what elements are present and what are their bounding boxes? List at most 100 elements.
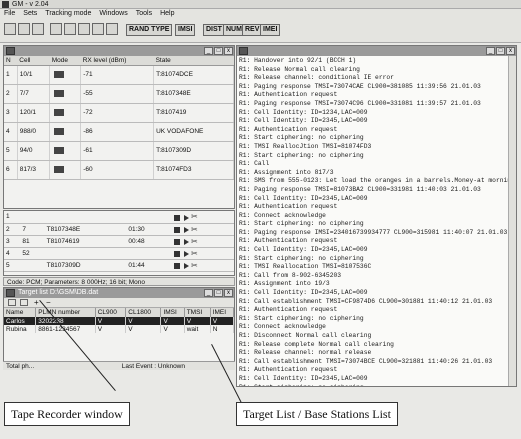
tape-controls[interactable]: ✂ (170, 211, 234, 224)
cut-icon[interactable]: ✂ (191, 261, 198, 270)
record-icon[interactable] (174, 226, 181, 233)
tape-callout: Tape Recorder window (4, 402, 130, 426)
cell-state: UK VODAFONE (153, 122, 234, 142)
settings-icon[interactable] (50, 23, 62, 35)
log-line: R1: Authentication request (239, 91, 338, 99)
table-row[interactable]: 1 ✂ (4, 211, 234, 224)
play-icon[interactable] (184, 226, 190, 233)
mode-icon (49, 65, 82, 85)
cell-window-titlebar: _ □ x (4, 46, 234, 56)
play-icon[interactable] (184, 250, 190, 257)
close-icon[interactable]: x (224, 289, 233, 297)
play-icon[interactable] (106, 23, 118, 35)
maximize-icon[interactable]: □ (496, 47, 505, 55)
minimize-icon[interactable]: _ (486, 47, 495, 55)
table-row[interactable]: 4 52 ✂ (4, 247, 234, 260)
mode-icon (49, 103, 82, 123)
tape-recorder-window: 1 ✂ 2 7 T8107348E 01:30 ✂ 3 81 T81074619 00:48 ✂ … (3, 210, 235, 276)
tape-controls[interactable]: ✂ (170, 235, 234, 248)
tape-tmsi: T8107309D (44, 259, 127, 272)
imsi-button[interactable]: IMSI (175, 24, 196, 36)
table-row[interactable]: 3 81 T81074619 00:48 ✂ (4, 235, 234, 248)
remove-icon[interactable]: − (46, 298, 51, 307)
table-row[interactable]: Rubina 8861-1234567 V V Vwait N (4, 325, 235, 333)
target-cl900: V (95, 317, 127, 325)
log-line: R1: Cell Identity: ID=2345,LAC=009 (239, 289, 368, 297)
new-icon[interactable] (4, 23, 16, 35)
table-row[interactable]: 3 120/1 -72 T:8107419 (4, 103, 234, 123)
menu-help[interactable]: Help (160, 9, 174, 19)
tape-controls[interactable]: ✂ (170, 247, 234, 260)
maximize-icon[interactable]: □ (214, 47, 223, 55)
log-scrollbar[interactable] (508, 56, 516, 386)
save-icon[interactable] (32, 23, 44, 35)
play-icon[interactable] (184, 262, 190, 269)
record-icon[interactable] (174, 238, 181, 245)
record-icon[interactable] (174, 262, 181, 269)
maximize-icon[interactable]: □ (214, 289, 223, 297)
target-tmsi: V (184, 317, 211, 325)
window-icon (6, 289, 15, 297)
log-line: R1: Connect acknowledge (239, 323, 326, 331)
tool-icon[interactable] (64, 23, 76, 35)
menu-windows[interactable]: Windows (99, 9, 127, 19)
record-icon[interactable] (174, 214, 181, 221)
rand-type-button[interactable]: RAND TYPE (126, 24, 173, 36)
play-icon[interactable] (184, 238, 190, 245)
menu-tracking-mode[interactable]: Tracking mode (45, 9, 91, 19)
menu-sets[interactable]: Sets (23, 9, 37, 19)
tape-n: 4 (4, 247, 21, 260)
table-row[interactable]: 2 7/7 -55 T:8107348E (4, 84, 234, 104)
log-window-titlebar: _ □ x (237, 46, 516, 56)
close-icon[interactable]: x (506, 47, 515, 55)
save-icon[interactable] (20, 299, 28, 306)
record-icon[interactable] (174, 250, 181, 257)
rx-level: -61 (80, 141, 155, 161)
tape-number (20, 259, 45, 272)
dist-button[interactable]: DIST (203, 24, 225, 36)
cell-id: 10/1 (17, 65, 51, 85)
target-name: Carlos (4, 317, 37, 325)
menu-file[interactable]: File (4, 9, 15, 19)
record-icon[interactable] (92, 23, 104, 35)
cut-icon[interactable]: ✂ (191, 249, 198, 258)
log-line: R1: Start ciphering: no ciphering (239, 134, 364, 142)
target-window-title: Target list D:\GSM\DB.dat (18, 289, 99, 296)
tape-controls[interactable]: ✂ (170, 259, 234, 272)
table-row[interactable]: 5 94/0 -61 T:8107309D (4, 141, 234, 161)
event-log[interactable]: R1: Handover into 92/1 (BCCH 1) R1: Relea… (237, 56, 516, 386)
open-icon[interactable] (8, 299, 16, 306)
target-imei: N (210, 325, 235, 333)
cut-icon[interactable]: ✂ (191, 212, 198, 221)
cell-n: 4 (4, 122, 18, 142)
log-line: R1: Authentication request (239, 203, 338, 211)
cell-n: 3 (4, 103, 18, 123)
cut-icon[interactable]: ✂ (191, 225, 198, 234)
window-icon (6, 47, 15, 55)
add-icon[interactable]: + (34, 298, 39, 307)
log-line: R1: Start ciphering: no ciphering (239, 254, 364, 262)
table-row[interactable]: 5 T8107309D 01:44 ✂ (4, 259, 234, 272)
table-row[interactable]: 6 817/3 -60 T:81074FD3 (4, 160, 234, 180)
tape-number (20, 211, 45, 224)
close-icon[interactable]: x (224, 47, 233, 55)
cut-icon[interactable]: ✂ (191, 237, 198, 246)
imei-button[interactable]: IMEI (260, 24, 281, 36)
log-line: R1: Release channel: normal release (239, 349, 372, 357)
play-icon[interactable] (184, 214, 190, 221)
search-icon[interactable] (78, 23, 90, 35)
minimize-icon[interactable]: _ (204, 289, 213, 297)
tape-controls[interactable]: ✂ (170, 223, 234, 236)
table-row[interactable]: 4 988/0 -86 UK VODAFONE (4, 122, 234, 142)
open-icon[interactable] (18, 23, 30, 35)
status-total: Total ph... (6, 363, 35, 370)
menu-tools[interactable]: Tools (136, 9, 152, 19)
table-row[interactable]: 1 10/1 -71 T:81074DCE (4, 65, 234, 85)
target-cl900: V (95, 325, 127, 333)
minimize-icon[interactable]: _ (204, 47, 213, 55)
table-row[interactable]: 2 7 T8107348E 01:30 ✂ (4, 223, 234, 236)
log-line: R1: Call establishment TMSI=CF9874D6 CL9… (239, 297, 493, 305)
tape-time (126, 211, 171, 224)
tape-number: 7 (20, 223, 45, 236)
table-row[interactable]: Carlos 3202238 V V V V V (4, 317, 235, 325)
